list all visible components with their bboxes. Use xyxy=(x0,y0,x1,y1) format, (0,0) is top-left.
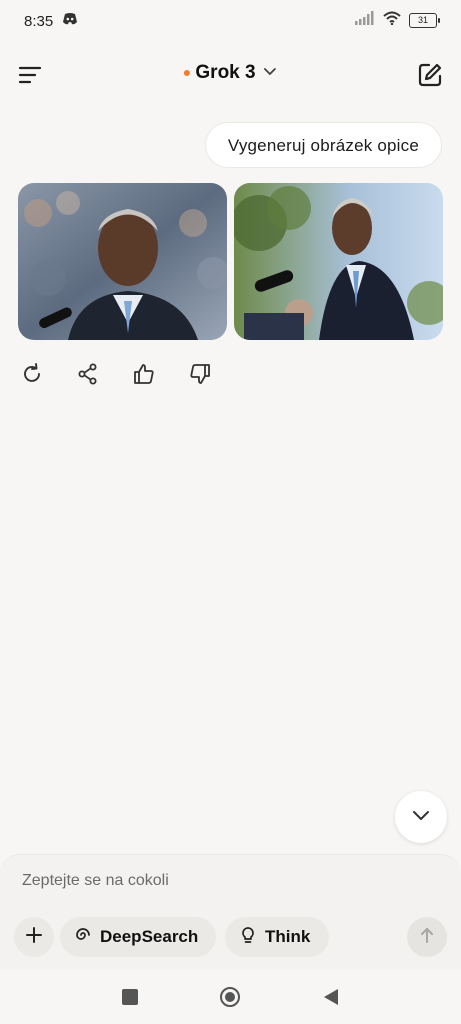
back-button[interactable] xyxy=(320,986,342,1008)
generated-image[interactable] xyxy=(234,183,443,340)
model-selector[interactable]: Grok 3 xyxy=(183,62,277,84)
send-button[interactable] xyxy=(407,917,447,957)
menu-button[interactable] xyxy=(18,62,44,88)
system-navigation-bar xyxy=(0,970,461,1024)
think-button[interactable]: Think xyxy=(225,917,329,957)
top-bar: Grok 3 xyxy=(0,50,461,100)
status-time: 8:35 xyxy=(24,13,54,30)
new-chat-button[interactable] xyxy=(417,62,443,88)
status-bar: 8:35 31 xyxy=(0,0,461,42)
chevron-down-icon xyxy=(262,63,278,84)
grok-chat-screen: 8:35 31 Grok 3 Vygeneruj obrázek opice Z… xyxy=(0,0,461,1024)
recents-button[interactable] xyxy=(119,986,141,1008)
status-icons: 31 xyxy=(355,11,440,30)
square-icon xyxy=(119,989,141,1012)
think-label: Think xyxy=(265,927,311,946)
regenerate-button[interactable] xyxy=(20,362,44,386)
regenerate-icon xyxy=(20,363,44,390)
model-name: Grok 3 xyxy=(195,62,256,83)
home-button[interactable] xyxy=(219,986,241,1008)
response-actions xyxy=(20,362,212,386)
generated-image[interactable] xyxy=(18,183,227,340)
plus-icon xyxy=(25,926,43,949)
battery-icon: 31 xyxy=(409,13,440,28)
thumbs-up-icon xyxy=(132,364,156,390)
attach-button[interactable] xyxy=(14,917,54,957)
share-icon xyxy=(76,363,100,390)
thumbs-down-button[interactable] xyxy=(188,362,212,386)
discord-icon xyxy=(62,12,78,31)
chevron-down-icon xyxy=(410,804,432,831)
scroll-down-button[interactable] xyxy=(395,791,447,843)
home-circle-icon xyxy=(219,987,241,1012)
composer: DeepSearch Think xyxy=(0,854,461,971)
signal-icon xyxy=(355,11,375,30)
thumbs-up-button[interactable] xyxy=(132,362,156,386)
share-button[interactable] xyxy=(76,362,100,386)
lightbulb-icon xyxy=(239,926,257,949)
deepsearch-label: DeepSearch xyxy=(100,927,199,946)
arrow-up-icon xyxy=(418,926,436,949)
menu-icon xyxy=(18,66,44,92)
wifi-icon xyxy=(383,11,401,30)
thumbs-down-icon xyxy=(188,364,212,390)
deepsearch-icon xyxy=(74,926,92,949)
new-chat-icon xyxy=(417,63,443,92)
model-status-dot xyxy=(183,70,190,76)
deepsearch-button[interactable]: DeepSearch xyxy=(60,917,216,957)
prompt-input[interactable] xyxy=(22,869,422,893)
user-message-bubble: Vygeneruj obrázek opice xyxy=(204,122,442,168)
back-triangle-icon xyxy=(320,989,342,1012)
